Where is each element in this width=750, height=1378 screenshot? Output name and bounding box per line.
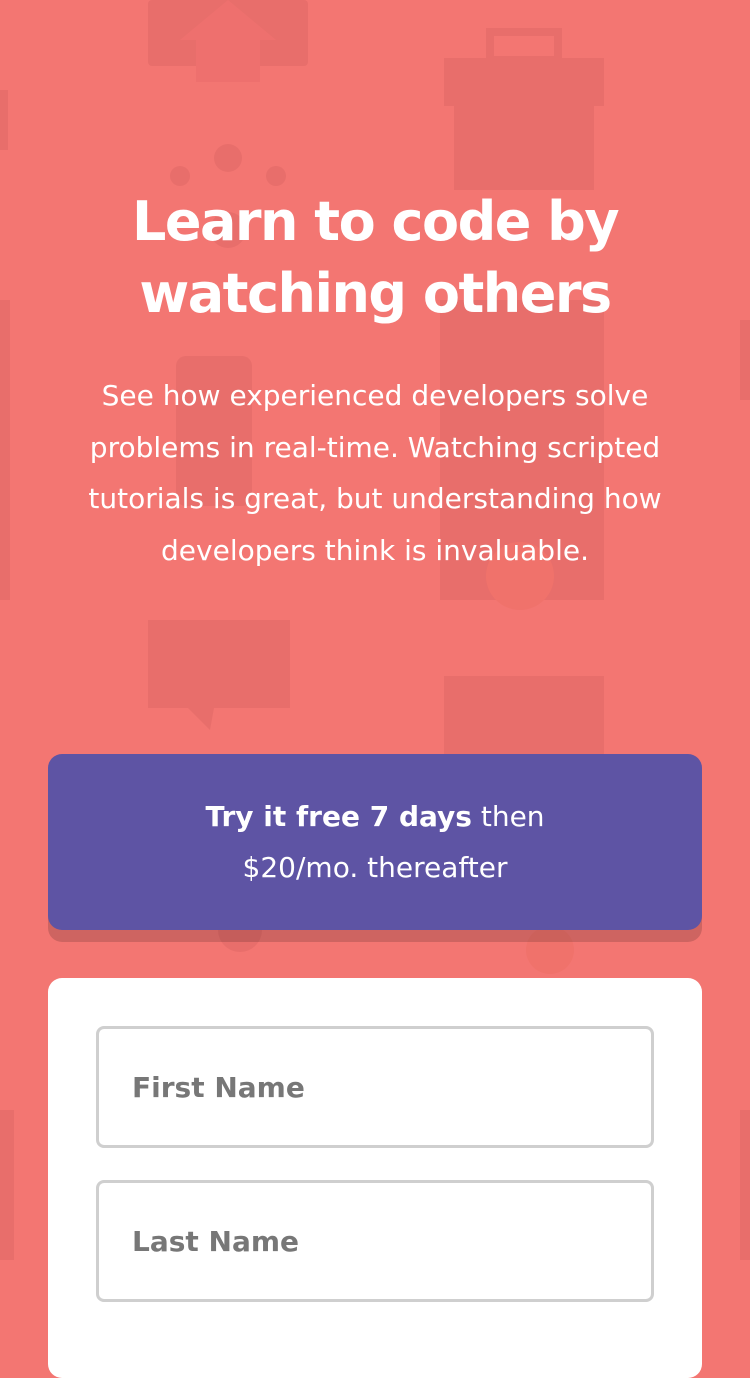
first-name-field[interactable] [96,1026,654,1148]
trial-text: Try it free 7 days then $20/mo. thereaft… [205,791,544,893]
trial-text-after: then [471,800,545,833]
trial-banner: Try it free 7 days then $20/mo. thereaft… [48,754,702,930]
last-name-field[interactable] [96,1180,654,1302]
signup-form-card [48,978,702,1378]
last-name-input[interactable] [99,1183,651,1299]
trial-strong-text: Try it free 7 days [205,800,472,833]
trial-price-text: $20/mo. thereafter [242,851,508,884]
toolbox-icon [444,28,604,190]
hero-title-line-1: Learn to code by [131,190,620,253]
first-name-input[interactable] [99,1029,651,1145]
house-icon [148,0,308,82]
hero-description: See how experienced developers solve pro… [88,379,662,567]
chat-pencil-icon [148,620,290,730]
browser-window-icon [444,676,604,766]
hero-title: Learn to code by watching others [0,186,750,330]
hero-title-line-2: watching others [139,262,612,325]
